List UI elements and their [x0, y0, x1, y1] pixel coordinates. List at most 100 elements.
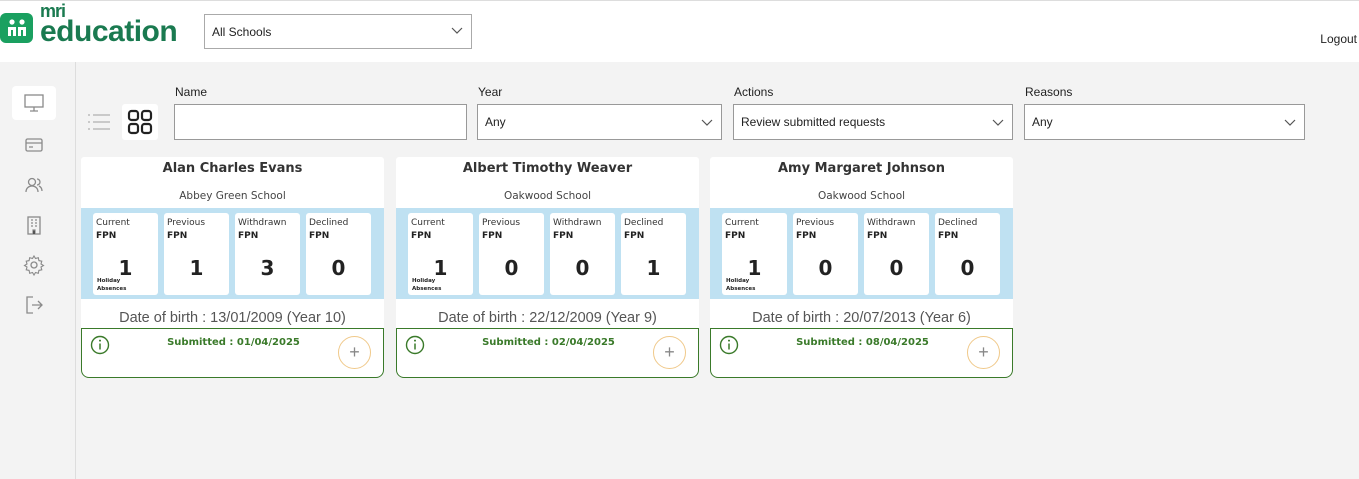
add-button[interactable]: + [967, 336, 1000, 369]
stat-value: 1 [646, 256, 661, 280]
stat-label: Withdrawn [553, 218, 602, 228]
add-button[interactable]: + [338, 336, 371, 369]
header: mri education All Schools Logout [0, 0, 1359, 62]
plus-icon: + [349, 342, 360, 362]
logo-badge-icon [0, 13, 33, 43]
stat-value: 1 [189, 256, 204, 280]
fpn-stats: Current FPN 1 Holiday Absences Previous … [81, 208, 384, 299]
stat-label: Previous [796, 218, 835, 228]
stat-label: Current [411, 218, 445, 228]
fpn-stats: Current FPN 1 Holiday Absences Previous … [710, 208, 1013, 299]
stat-value: 0 [331, 256, 346, 280]
stat-withdrawn-fpn: Withdrawn FPN 0 [864, 213, 929, 295]
student-school: Abbey Green School [179, 190, 286, 202]
actions-filter-select[interactable]: Review submitted requests [733, 104, 1013, 140]
year-filter-select[interactable]: Any [477, 104, 722, 140]
stat-label: Withdrawn [238, 218, 287, 228]
chevron-down-icon [701, 119, 713, 126]
stat-label: Declined [938, 218, 978, 228]
sidebar-item-users[interactable] [12, 168, 56, 202]
stat-withdrawn-fpn: Withdrawn FPN 3 [235, 213, 300, 295]
stat-label-fpn: FPN [624, 231, 645, 241]
stat-label-fpn: FPN [411, 231, 432, 241]
stat-previous-fpn: Previous FPN 1 [164, 213, 229, 295]
card-header: Alan Charles Evans Abbey Green School [81, 157, 384, 208]
add-button[interactable]: + [653, 336, 686, 369]
stat-label-fpn: FPN [238, 231, 259, 241]
sidebar-item-settings[interactable] [12, 248, 56, 282]
year-filter-label: Year [478, 85, 503, 99]
stat-label: Declined [624, 218, 664, 228]
stat-sub-label: Holiday Absences [97, 278, 127, 292]
stat-label-fpn: FPN [938, 231, 959, 241]
logout-link[interactable]: Logout [1320, 32, 1357, 46]
users-icon [25, 177, 43, 193]
stat-value: 0 [504, 256, 519, 280]
student-name: Amy Margaret Johnson [778, 161, 945, 176]
school-select[interactable]: All Schools [204, 14, 472, 49]
stat-label-fpn: FPN [725, 231, 746, 241]
reasons-filter-value: Any [1032, 115, 1053, 129]
sidebar-item-schools[interactable] [12, 208, 56, 242]
stat-label-fpn: FPN [167, 231, 188, 241]
name-filter-input[interactable] [174, 104, 467, 140]
student-name: Albert Timothy Weaver [462, 161, 633, 176]
stat-label-fpn: FPN [867, 231, 888, 241]
stat-label: Previous [167, 218, 206, 228]
stat-withdrawn-fpn: Withdrawn FPN 0 [550, 213, 615, 295]
student-card[interactable]: Amy Margaret Johnson Oakwood School Curr… [710, 157, 1013, 378]
stat-declined-fpn: Declined FPN 0 [306, 213, 371, 295]
stat-sub-label: Holiday Absences [412, 278, 442, 292]
logo-education-text: education [40, 15, 178, 48]
sidebar [0, 62, 76, 479]
gear-icon [23, 254, 45, 276]
plus-icon: + [978, 342, 989, 362]
card-icon [25, 138, 43, 152]
stat-value: 0 [960, 256, 975, 280]
stat-declined-fpn: Declined FPN 1 [621, 213, 686, 295]
stat-label: Withdrawn [867, 218, 916, 228]
sidebar-item-dashboard[interactable] [12, 86, 56, 120]
reasons-filter-select[interactable]: Any [1024, 104, 1305, 140]
card-footer: Submitted : 02/04/2025 + [396, 328, 699, 378]
actions-filter-value: Review submitted requests [741, 115, 886, 129]
stat-previous-fpn: Previous FPN 0 [479, 213, 544, 295]
fpn-stats: Current FPN 1 Holiday Absences Previous … [396, 208, 699, 299]
stat-label-fpn: FPN [482, 231, 503, 241]
stat-label-fpn: FPN [553, 231, 574, 241]
card-footer: Submitted : 08/04/2025 + [710, 328, 1013, 378]
stat-label: Current [725, 218, 759, 228]
list-view-button[interactable] [86, 110, 112, 136]
sidebar-item-logout[interactable] [12, 288, 56, 322]
stat-value: 3 [260, 256, 275, 280]
reasons-filter-label: Reasons [1025, 85, 1073, 99]
year-filter-value: Any [485, 115, 506, 129]
stat-label-fpn: FPN [96, 231, 117, 241]
card-header: Albert Timothy Weaver Oakwood School [396, 157, 699, 208]
grid-view-icon [127, 109, 153, 135]
list-view-icon [88, 114, 110, 130]
stat-label: Previous [482, 218, 521, 228]
chevron-down-icon [992, 119, 1004, 126]
chevron-down-icon [1284, 119, 1296, 126]
student-name: Alan Charles Evans [162, 161, 303, 176]
stat-previous-fpn: Previous FPN 0 [793, 213, 858, 295]
stat-declined-fpn: Declined FPN 0 [935, 213, 1000, 295]
stat-current-fpn: Current FPN 1 Holiday Absences [722, 213, 787, 295]
date-of-birth: Date of birth : 13/01/2009 (Year 10) [81, 299, 384, 328]
card-footer: Submitted : 01/04/2025 + [81, 328, 384, 378]
school-select-value: All Schools [212, 24, 272, 39]
plus-icon: + [664, 342, 675, 362]
date-of-birth: Date of birth : 20/07/2013 (Year 6) [710, 299, 1013, 328]
name-filter-label: Name [175, 85, 208, 99]
stat-label-fpn: FPN [796, 231, 817, 241]
stat-label-fpn: FPN [309, 231, 330, 241]
card-header: Amy Margaret Johnson Oakwood School [710, 157, 1013, 208]
student-card[interactable]: Alan Charles Evans Abbey Green School Cu… [81, 157, 384, 378]
sidebar-item-cards[interactable] [12, 128, 56, 162]
logout-icon [26, 296, 43, 314]
student-school: Oakwood School [817, 190, 906, 202]
stat-label: Declined [309, 218, 349, 228]
grid-view-button[interactable] [122, 104, 158, 140]
student-card[interactable]: Albert Timothy Weaver Oakwood School Cur… [396, 157, 699, 378]
